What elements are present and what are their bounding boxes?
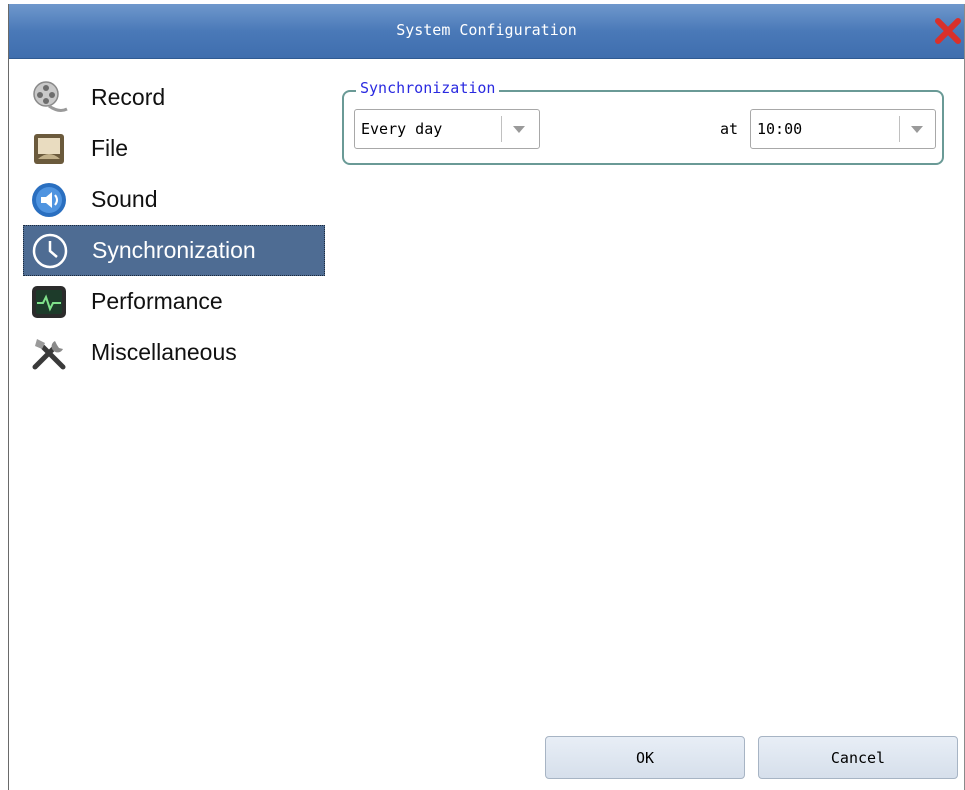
sidebar-item-label: Performance [91, 288, 223, 314]
speaker-icon [27, 180, 71, 220]
sidebar-item-record[interactable]: Record [23, 72, 325, 123]
combo-separator [501, 116, 502, 142]
sidebar-item-label: Record [91, 84, 166, 110]
chevron-down-icon[interactable] [513, 126, 525, 133]
sidebar-item-label: Miscellaneous [91, 339, 237, 365]
clock-icon [28, 231, 72, 271]
frequency-select[interactable]: Every day [354, 109, 540, 149]
sidebar-item-label: Sound [91, 186, 158, 212]
time-value: 10:00 [757, 120, 803, 138]
close-button[interactable] [934, 18, 962, 44]
file-icon [27, 129, 71, 169]
sidebar-item-performance[interactable]: Performance [23, 276, 325, 327]
group-title: Synchronization [356, 79, 500, 97]
ok-button[interactable]: OK [545, 736, 745, 779]
cancel-button[interactable]: Cancel [758, 736, 958, 779]
sidebar-item-file[interactable]: File [23, 123, 325, 174]
combo-separator [899, 116, 900, 142]
synchronization-group: Synchronization Every day at 10:00 [342, 79, 944, 165]
at-label: at [720, 120, 739, 138]
tools-icon [27, 333, 71, 373]
window-title: System Configuration [396, 21, 577, 39]
sidebar-item-synchronization[interactable]: Synchronization [23, 225, 325, 276]
chevron-down-icon[interactable] [911, 126, 923, 133]
frequency-value: Every day [361, 120, 443, 138]
monitor-pulse-icon [27, 282, 71, 322]
system-configuration-dialog: System Configuration Record File Sound S… [8, 4, 965, 790]
close-icon [935, 18, 961, 44]
sidebar-item-label: Synchronization [92, 237, 256, 263]
sidebar-item-sound[interactable]: Sound [23, 174, 325, 225]
sidebar-item-miscellaneous[interactable]: Miscellaneous [23, 327, 325, 378]
time-select[interactable]: 10:00 [750, 109, 936, 149]
sidebar: Record File Sound Synchronization Perfor… [23, 72, 325, 378]
sidebar-item-label: File [91, 135, 129, 161]
film-reel-icon [27, 78, 71, 118]
title-bar[interactable]: System Configuration [9, 4, 964, 59]
